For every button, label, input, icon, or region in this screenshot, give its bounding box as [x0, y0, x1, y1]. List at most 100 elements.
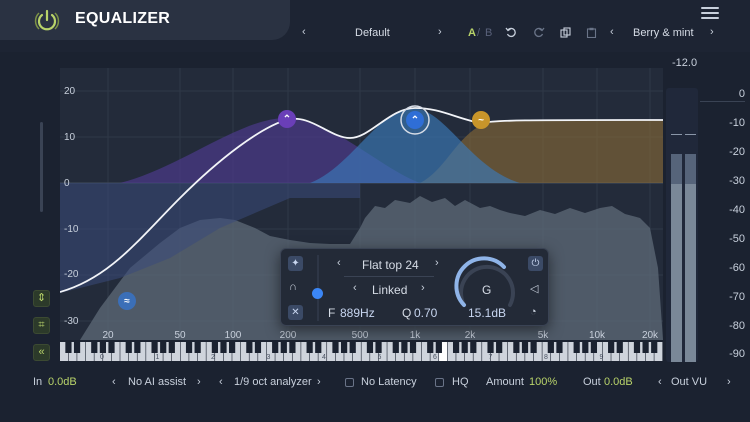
- filter-type-prev[interactable]: ‹: [337, 257, 341, 269]
- crop-icon[interactable]: ⌗: [33, 317, 50, 334]
- piano-black-key: [272, 342, 279, 353]
- piano-black-key: [530, 342, 537, 353]
- hamburger-menu-icon[interactable]: [701, 7, 719, 21]
- piano-octave-label: 8: [544, 354, 548, 361]
- vu-label: -30: [729, 175, 745, 187]
- input-gain-label: In: [33, 376, 43, 388]
- out-vu-selector[interactable]: Out VU: [671, 376, 707, 388]
- ab-b-button[interactable]: B: [485, 27, 492, 39]
- theme-prev-button[interactable]: ‹: [610, 26, 614, 38]
- output-gain-label: Out: [583, 376, 601, 388]
- vu-label: -80: [729, 320, 745, 332]
- theme-name[interactable]: Berry & mint: [633, 27, 694, 39]
- power-icon[interactable]: [34, 8, 60, 34]
- preset-prev-button[interactable]: ‹: [302, 26, 306, 38]
- peak-band-handle[interactable]: ⌃: [278, 110, 296, 128]
- solo-speaker-icon[interactable]: ◁: [530, 282, 538, 295]
- undo-icon[interactable]: [505, 26, 517, 38]
- amount-value[interactable]: 100%: [529, 376, 557, 388]
- db-label-minus-30: -30: [64, 316, 79, 327]
- latency-checkbox[interactable]: [345, 378, 354, 387]
- band-power-icon[interactable]: ⏻: [528, 256, 543, 271]
- ai-assist-selector[interactable]: No AI assist: [128, 376, 186, 388]
- piano-black-key: [134, 342, 141, 353]
- filter-type-next[interactable]: ›: [435, 257, 439, 269]
- high-shelf-band-handle[interactable]: ~: [472, 111, 490, 129]
- out-vu-prev[interactable]: ‹: [658, 376, 662, 388]
- flat-top-band-handle[interactable]: ⌃: [406, 111, 424, 129]
- piano-black-key: [366, 342, 374, 353]
- shelf-icon: ≈: [124, 295, 130, 307]
- piano-black-key: [211, 342, 218, 353]
- preset-next-button[interactable]: ›: [438, 26, 442, 38]
- piano-black-key: [401, 342, 408, 353]
- piano-black-key: [194, 342, 201, 353]
- peak-icon: ⌃: [282, 113, 292, 125]
- freq-value[interactable]: 889Hz: [340, 306, 375, 320]
- piano-black-key: [642, 342, 649, 353]
- piano-black-key: [349, 342, 356, 353]
- piano-black-key: [409, 342, 417, 353]
- piano-black-key: [160, 342, 167, 353]
- piano-black-key: [340, 342, 348, 353]
- headphones-icon[interactable]: ∩: [289, 281, 297, 293]
- band-editor-popup: ✦ ∩ ✕ ‹ Flat top 24 › ‹ Linked › F 889Hz…: [280, 248, 549, 326]
- latency-label[interactable]: No Latency: [361, 376, 417, 388]
- analyzer-next[interactable]: ›: [317, 376, 321, 388]
- vu-label: -40: [729, 204, 745, 216]
- double-chevron-left-icon[interactable]: «: [33, 344, 50, 361]
- meter-peak-left: [671, 134, 682, 135]
- ab-a-button[interactable]: A: [468, 27, 476, 39]
- q-value[interactable]: 0.70: [414, 306, 437, 320]
- dynamic-gauge-icon[interactable]: ◔: [530, 306, 537, 318]
- piano-black-key: [452, 342, 460, 353]
- filter-type[interactable]: Flat top 24: [362, 258, 419, 272]
- copy-icon[interactable]: [560, 27, 571, 38]
- piano-black-key: [108, 342, 115, 353]
- redo-icon[interactable]: [533, 26, 545, 38]
- theme-next-button[interactable]: ›: [710, 26, 714, 38]
- preset-name[interactable]: Default: [355, 27, 395, 39]
- out-vu-next[interactable]: ›: [727, 376, 731, 388]
- low-shelf-band-handle[interactable]: ≈: [118, 292, 136, 310]
- piano-octave-label: 5: [378, 354, 382, 361]
- delete-band-icon[interactable]: ✕: [288, 305, 303, 320]
- input-gain-value[interactable]: 0.0dB: [48, 376, 77, 388]
- piano-keyboard[interactable]: 0 1 2 3 4 5 6 7 8 9: [60, 342, 663, 361]
- freq-label: 10k: [588, 330, 606, 341]
- pin-icon[interactable]: ✦: [288, 256, 303, 271]
- output-gain-value[interactable]: 0.0dB: [604, 376, 633, 388]
- piano-black-key: [651, 342, 658, 353]
- piano-black-key: [289, 342, 296, 353]
- piano-black-key: [547, 342, 554, 353]
- ai-assist-next[interactable]: ›: [197, 376, 201, 388]
- freq-label: 500: [351, 330, 369, 341]
- vertical-scrollbar[interactable]: [40, 122, 43, 212]
- app-title: EQUALIZER: [75, 10, 171, 27]
- piano-black-key: [435, 342, 442, 353]
- piano-black-key: [375, 342, 382, 353]
- stereo-next[interactable]: ›: [421, 282, 425, 294]
- piano-black-key: [168, 342, 175, 353]
- vu-label: -70: [729, 291, 745, 303]
- fit-vertical-icon[interactable]: ⇕: [33, 290, 50, 307]
- stereo-prev[interactable]: ‹: [353, 282, 357, 294]
- piano-octave-label: 0: [100, 354, 104, 361]
- ai-assist-prev[interactable]: ‹: [112, 376, 116, 388]
- vu-label: 0: [738, 88, 745, 100]
- piano-octave-label: 7: [489, 354, 493, 361]
- analyzer-selector[interactable]: 1/9 oct analyzer: [234, 376, 312, 388]
- piano-black-key: [185, 342, 193, 353]
- hq-label[interactable]: HQ: [452, 376, 469, 388]
- piano-black-key: [246, 342, 253, 353]
- db-label-10: 10: [64, 132, 76, 143]
- gain-value[interactable]: 15.1dB: [468, 306, 506, 320]
- analyzer-prev[interactable]: ‹: [219, 376, 223, 388]
- piano-black-key: [487, 342, 494, 353]
- stereo-mode[interactable]: Linked: [372, 283, 407, 297]
- band-slider-knob[interactable]: [312, 288, 323, 299]
- db-label-0: 0: [64, 178, 70, 189]
- hq-checkbox[interactable]: [435, 378, 444, 387]
- piano-octave-label: 1: [156, 354, 160, 361]
- paste-icon[interactable]: [586, 27, 597, 38]
